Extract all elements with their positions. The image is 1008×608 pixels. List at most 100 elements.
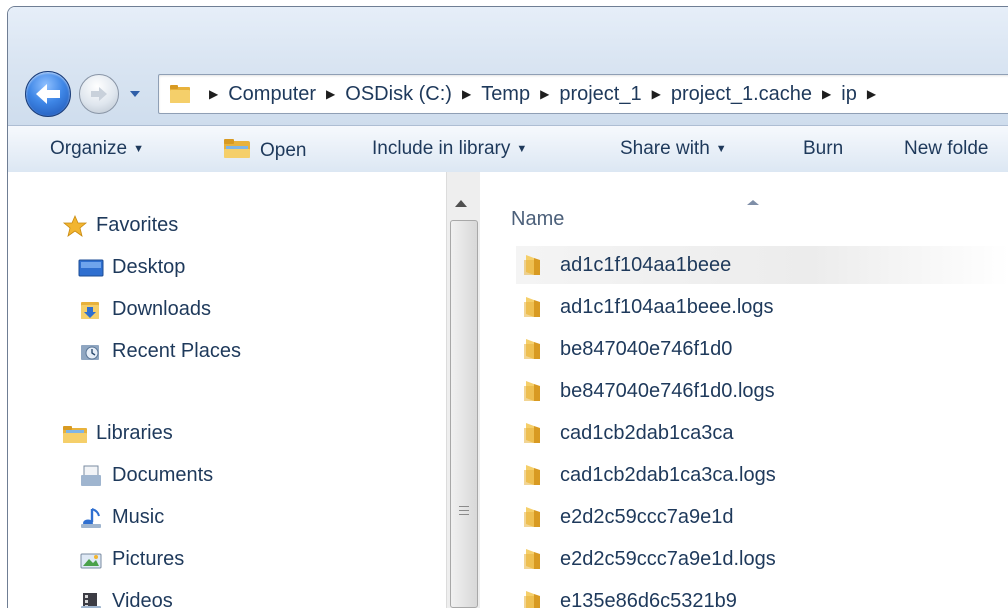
nav-libraries[interactable]: Libraries xyxy=(62,422,173,445)
file-name: e2d2c59ccc7a9e1d.logs xyxy=(560,548,776,571)
nav-recent-places-label: Recent Places xyxy=(112,340,241,363)
breadcrumb-separator-icon[interactable]: ▶ xyxy=(652,87,661,101)
address-bar[interactable]: ▶ Computer ▶ OSDisk (C:) ▶ Temp ▶ projec… xyxy=(158,74,1008,114)
new-folder-label: New folde xyxy=(904,138,989,159)
chevron-down-icon: ▼ xyxy=(133,143,144,155)
documents-icon xyxy=(78,465,104,487)
new-folder-button[interactable]: New folde xyxy=(904,138,989,160)
breadcrumb-separator-icon[interactable]: ▶ xyxy=(209,87,218,101)
folder-icon xyxy=(522,506,542,528)
file-row[interactable]: e2d2c59ccc7a9e1d xyxy=(516,498,1008,536)
share-with-label: Share with xyxy=(620,138,710,159)
nav-music-label: Music xyxy=(112,506,164,529)
open-button[interactable]: Open xyxy=(222,138,306,162)
nav-downloads-label: Downloads xyxy=(112,298,211,321)
breadcrumb-project-1-cache[interactable]: project_1.cache xyxy=(671,83,812,106)
file-row[interactable]: ad1c1f104aa1beee xyxy=(516,246,1008,284)
column-header-name[interactable]: Name xyxy=(511,208,564,231)
back-button[interactable] xyxy=(25,71,71,117)
folder-icon xyxy=(522,338,542,360)
file-name: e2d2c59ccc7a9e1d xyxy=(560,506,733,529)
nav-pictures-label: Pictures xyxy=(112,548,184,571)
navigation-pane-scrollbar[interactable] xyxy=(446,172,481,608)
file-name: be847040e746f1d0 xyxy=(560,338,732,361)
navigation-pane: Favorites Desktop Downloads Recent Pla xyxy=(8,172,446,608)
pictures-icon xyxy=(78,549,104,571)
command-bar: Organize ▼ Open Include in library ▼ Share… xyxy=(8,125,1008,173)
file-name: cad1cb2dab1ca3ca.logs xyxy=(560,464,776,487)
recent-pages-dropdown-icon[interactable] xyxy=(128,87,142,101)
desktop-icon xyxy=(78,257,104,279)
breadcrumb-osdisk[interactable]: OSDisk (C:) xyxy=(345,83,452,106)
nav-desktop-label: Desktop xyxy=(112,256,185,279)
title-bar: ▶ Computer ▶ OSDisk (C:) ▶ Temp ▶ projec… xyxy=(8,7,1008,125)
folder-icon xyxy=(522,422,542,444)
nav-videos-label: Videos xyxy=(112,590,173,608)
nav-libraries-label: Libraries xyxy=(96,422,173,445)
forward-arrow-icon xyxy=(89,85,109,103)
videos-icon xyxy=(78,591,104,608)
file-row[interactable]: e135e86d6c5321b9 xyxy=(516,582,1008,608)
chevron-down-icon: ▼ xyxy=(516,143,527,155)
folder-icon xyxy=(522,380,542,402)
star-icon xyxy=(62,215,88,237)
open-folder-icon xyxy=(222,138,254,160)
nav-item-documents[interactable]: Documents xyxy=(78,464,213,487)
nav-item-music[interactable]: Music xyxy=(78,506,164,529)
organize-label: Organize xyxy=(50,138,127,159)
file-row[interactable]: cad1cb2dab1ca3ca xyxy=(516,414,1008,452)
burn-button[interactable]: Burn xyxy=(803,138,843,160)
nav-favorites-label: Favorites xyxy=(96,214,178,237)
file-name: cad1cb2dab1ca3ca xyxy=(560,422,733,445)
forward-button[interactable] xyxy=(79,74,119,114)
breadcrumb-separator-icon[interactable]: ▶ xyxy=(822,87,831,101)
libraries-icon xyxy=(62,423,88,445)
include-in-library-label: Include in library xyxy=(372,138,510,159)
file-name: ad1c1f104aa1beee.logs xyxy=(560,296,774,319)
file-name: ad1c1f104aa1beee xyxy=(560,254,731,277)
file-name: e135e86d6c5321b9 xyxy=(560,590,737,608)
breadcrumb-separator-icon[interactable]: ▶ xyxy=(326,87,335,101)
folder-icon xyxy=(522,548,542,570)
file-row[interactable]: be847040e746f1d0 xyxy=(516,330,1008,368)
scrollbar-grip-icon xyxy=(459,506,469,518)
chevron-down-icon: ▼ xyxy=(716,143,727,155)
burn-label: Burn xyxy=(803,138,843,159)
nav-favorites[interactable]: Favorites xyxy=(62,214,178,237)
explorer-window: ▶ Computer ▶ OSDisk (C:) ▶ Temp ▶ projec… xyxy=(7,6,1008,608)
file-row[interactable]: cad1cb2dab1ca3ca.logs xyxy=(516,456,1008,494)
scrollbar-thumb[interactable] xyxy=(450,220,478,608)
nav-documents-label: Documents xyxy=(112,464,213,487)
file-row[interactable]: be847040e746f1d0.logs xyxy=(516,372,1008,410)
folder-icon xyxy=(522,464,542,486)
nav-item-pictures[interactable]: Pictures xyxy=(78,548,184,571)
nav-item-recent-places[interactable]: Recent Places xyxy=(78,340,241,363)
recent-places-icon xyxy=(78,341,104,363)
breadcrumb-separator-icon[interactable]: ▶ xyxy=(540,87,549,101)
music-icon xyxy=(78,507,104,529)
breadcrumb-computer[interactable]: Computer xyxy=(228,83,316,106)
share-with-button[interactable]: Share with ▼ xyxy=(620,138,727,160)
nav-item-videos[interactable]: Videos xyxy=(78,590,173,608)
file-list-pane: Name ad1c1f104aa1beee ad1c1f104aa1beee.l… xyxy=(480,172,1008,608)
scroll-up-arrow-icon[interactable] xyxy=(455,200,467,207)
breadcrumb-project-1[interactable]: project_1 xyxy=(559,83,641,106)
folder-icon xyxy=(522,296,542,318)
file-row[interactable]: e2d2c59ccc7a9e1d.logs xyxy=(516,540,1008,578)
organize-button[interactable]: Organize ▼ xyxy=(50,138,144,160)
breadcrumb-separator-icon[interactable]: ▶ xyxy=(462,87,471,101)
file-name: be847040e746f1d0.logs xyxy=(560,380,775,403)
breadcrumb-separator-icon[interactable]: ▶ xyxy=(867,87,876,101)
open-label: Open xyxy=(260,140,306,161)
breadcrumb-temp[interactable]: Temp xyxy=(481,83,530,106)
nav-item-downloads[interactable]: Downloads xyxy=(78,298,211,321)
downloads-icon xyxy=(78,299,104,321)
back-arrow-icon xyxy=(34,81,62,107)
file-row[interactable]: ad1c1f104aa1beee.logs xyxy=(516,288,1008,326)
folder-icon xyxy=(522,590,542,608)
include-in-library-button[interactable]: Include in library ▼ xyxy=(372,138,527,160)
folder-icon xyxy=(169,83,191,105)
breadcrumb-ip[interactable]: ip xyxy=(841,83,857,106)
sort-ascending-icon xyxy=(747,200,759,205)
nav-item-desktop[interactable]: Desktop xyxy=(78,256,185,279)
